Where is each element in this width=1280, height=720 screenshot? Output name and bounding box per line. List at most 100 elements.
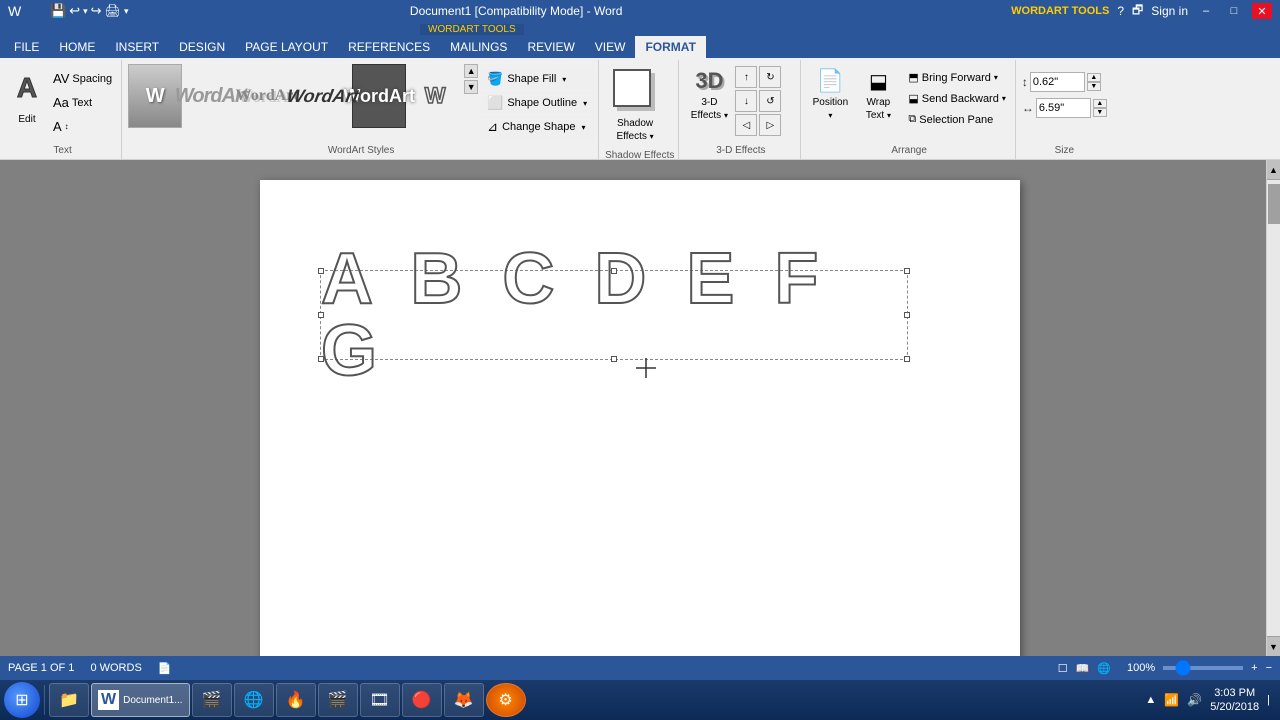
tray-clock[interactable]: 3:03 PM 5/20/2018 xyxy=(1210,686,1259,715)
view-reading-btn[interactable]: 📖 xyxy=(1076,662,1090,675)
view-web-btn[interactable]: 🌐 xyxy=(1097,662,1111,675)
wordart-style-5[interactable]: WordArt xyxy=(352,64,406,128)
scroll-thumb[interactable] xyxy=(1268,184,1280,224)
group-wordart-styles-label: WordArt Styles xyxy=(128,143,594,159)
height-row: ↕ ▲ ▼ xyxy=(1022,72,1107,92)
taskbar-explorer-btn[interactable]: 📁 xyxy=(49,683,89,717)
change-shape-btn[interactable]: ⊿ Change Shape ▾ xyxy=(480,116,594,138)
zoom-out-btn[interactable]: − xyxy=(1266,662,1272,674)
taskbar-app6-btn[interactable]: 🔴 xyxy=(402,683,442,717)
proofing-icon[interactable]: 📄 xyxy=(158,662,172,675)
shape-outline-icon: ⬜ xyxy=(487,95,503,111)
minimize-btn[interactable]: – xyxy=(1196,3,1216,19)
3d-tilt-up-btn[interactable]: ↑ xyxy=(735,66,757,88)
tab-home[interactable]: HOME xyxy=(49,36,105,58)
print-preview-btn[interactable]: 🖨 xyxy=(105,3,122,19)
signin-link[interactable]: Sign in xyxy=(1151,4,1188,18)
wordart-style-4[interactable]: WordArt xyxy=(291,64,356,128)
edit-icon: A xyxy=(17,72,37,104)
show-desktop-btn[interactable]: | xyxy=(1267,694,1270,706)
word-icon-taskbar: W xyxy=(98,690,119,710)
wordart-container[interactable]: A B C D E F G xyxy=(320,270,908,360)
position-btn[interactable]: 📄 Position ▾ xyxy=(807,64,853,126)
spacing-btn[interactable]: AV Spacing xyxy=(48,68,117,89)
group-3d-content: 3D 3-DEffects ▾ ↑ ↻ ↓ ↺ ◁ ▷ xyxy=(685,62,796,143)
help-btn[interactable]: ? xyxy=(1117,4,1124,18)
shape-fill-arrow: ▾ xyxy=(562,75,566,84)
wordart-scroll-down[interactable]: ▼ xyxy=(464,80,478,94)
taskbar-firefox-btn[interactable]: 🦊 xyxy=(444,683,484,717)
tab-file[interactable]: FILE xyxy=(4,36,49,58)
tab-format[interactable]: FORMAT xyxy=(635,36,705,58)
taskbar-app5-btn[interactable]: 🎞 xyxy=(360,683,400,717)
right-scrollbar[interactable]: ▲ ▼ xyxy=(1266,160,1280,656)
view-normal-btn[interactable]: ☐ xyxy=(1058,662,1068,675)
redo-btn[interactable]: ↪ xyxy=(91,3,102,19)
zoom-in-btn[interactable]: + xyxy=(1251,662,1257,674)
save-btn[interactable]: 💾 xyxy=(50,3,66,19)
taskbar-chrome-btn[interactable]: 🌐 xyxy=(234,683,274,717)
shape-outline-btn[interactable]: ⬜ Shape Outline ▾ xyxy=(480,92,594,114)
wordart-scroll-up[interactable]: ▲ xyxy=(464,64,478,78)
zoom-label: 100% xyxy=(1127,662,1155,674)
shadow-btn-label: ShadowEffects ▾ xyxy=(616,117,653,143)
wordart-tools-label: WORDART TOOLS xyxy=(420,24,524,35)
tab-references[interactable]: REFERENCES xyxy=(338,36,440,58)
group-arrange-label: Arrange xyxy=(807,143,1010,159)
3d-rotate-ccw-btn[interactable]: ↺ xyxy=(759,90,781,112)
undo-dropdown[interactable]: ▾ xyxy=(83,6,88,17)
height-input[interactable] xyxy=(1030,72,1085,92)
wrap-text-btn[interactable]: ⬓ WrapText ▾ xyxy=(855,64,901,126)
maximize-btn[interactable]: □ xyxy=(1224,3,1244,19)
send-backward-btn[interactable]: ⬓ Send Backward ▾ xyxy=(903,89,1010,108)
zoom-slider[interactable] xyxy=(1163,666,1243,670)
width-up[interactable]: ▲ xyxy=(1093,99,1107,108)
tray-icons-btn[interactable]: ▲ xyxy=(1145,694,1156,706)
taskbar-media-btn[interactable]: 🎬 xyxy=(192,683,232,717)
height-down[interactable]: ▼ xyxy=(1087,82,1101,91)
taskbar-app7-btn[interactable]: ⚙ xyxy=(486,683,526,717)
scroll-up-btn[interactable]: ▲ xyxy=(1267,160,1280,180)
height-spinner: ▲ ▼ xyxy=(1087,73,1101,91)
tab-insert[interactable]: INSERT xyxy=(105,36,169,58)
shadow-effects-btn[interactable]: ShadowEffects ▾ xyxy=(605,64,665,148)
tab-view[interactable]: VIEW xyxy=(585,36,636,58)
wordart-style-2[interactable]: WordArt xyxy=(184,64,238,128)
taskbar-app3-btn[interactable]: 🔥 xyxy=(276,683,316,717)
edit-text-btn[interactable]: A Edit xyxy=(8,64,46,125)
3d-right-btn[interactable]: ▷ xyxy=(759,114,781,136)
taskbar-word-btn[interactable]: W Document1... xyxy=(91,683,190,717)
customize-qa-btn[interactable]: ▾ xyxy=(124,6,129,17)
bring-forward-btn[interactable]: ⬒ Bring Forward ▾ xyxy=(903,68,1010,87)
send-backward-arrow: ▾ xyxy=(1002,94,1006,103)
selection-pane-btn[interactable]: ⧉ Selection Pane xyxy=(903,110,1010,129)
height-up[interactable]: ▲ xyxy=(1087,73,1101,82)
3d-tilt-down-btn[interactable]: ↓ xyxy=(735,90,757,112)
width-down[interactable]: ▼ xyxy=(1093,108,1107,117)
edit-btn-inner[interactable]: A xyxy=(8,64,46,112)
undo-btn[interactable]: ↩ xyxy=(69,3,80,19)
width-input[interactable] xyxy=(1036,98,1091,118)
shape-outline-label: Shape Outline xyxy=(507,97,577,109)
shape-fill-btn[interactable]: 🪣 Shape Fill ▾ xyxy=(480,68,594,90)
group-text-label: Text xyxy=(8,143,117,159)
text-btn[interactable]: Aa Text xyxy=(48,92,117,113)
wordart-style-6[interactable]: W xyxy=(408,64,462,128)
3d-left-btn[interactable]: ◁ xyxy=(735,114,757,136)
taskbar-app4-btn[interactable]: 🎬 xyxy=(318,683,358,717)
wordart-style-arrows: ▲ ▼ xyxy=(464,64,478,94)
statusbar: PAGE 1 OF 1 0 WORDS 📄 ☐ 📖 🌐 100% + − xyxy=(0,656,1280,680)
scroll-down-btn[interactable]: ▼ xyxy=(1267,636,1280,656)
tab-review[interactable]: REVIEW xyxy=(517,36,584,58)
restore-window-btn[interactable]: 🗗 xyxy=(1132,1,1143,22)
doc-area: A B C D E F G ▲ ▼ xyxy=(0,160,1280,656)
tab-page-layout[interactable]: PAGE LAYOUT xyxy=(235,36,338,58)
tab-mailings[interactable]: MAILINGS xyxy=(440,36,517,58)
3d-rotate-cw-btn[interactable]: ↻ xyxy=(759,66,781,88)
text-format-btn[interactable]: A ↕ xyxy=(48,116,117,137)
start-button[interactable]: ⊞ xyxy=(4,682,40,718)
tab-design[interactable]: DESIGN xyxy=(169,36,235,58)
3d-effects-btn[interactable]: 3D 3-DEffects ▾ xyxy=(685,64,733,126)
text-small-btns: AV Spacing Aa Text A ↕ xyxy=(48,64,117,137)
close-btn[interactable]: ✕ xyxy=(1252,3,1272,19)
